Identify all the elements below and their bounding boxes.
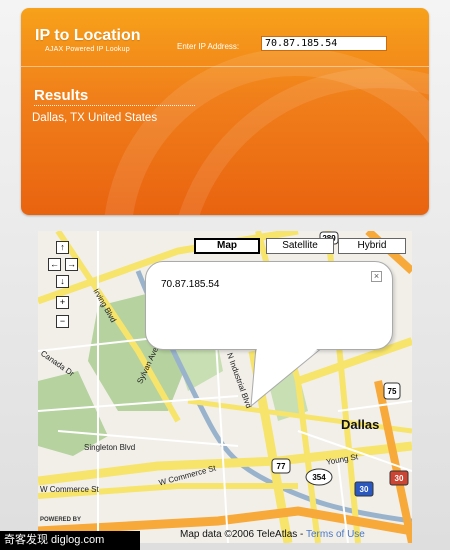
terms-of-use-link[interactable]: Terms of Use bbox=[306, 529, 365, 540]
ip-address-label: Enter IP Address: bbox=[177, 42, 240, 51]
info-window-tail-cover bbox=[253, 346, 321, 403]
copyright-text: Map data ©2006 TeleAtlas - bbox=[180, 529, 306, 540]
results-heading: Results bbox=[34, 87, 195, 106]
google-map[interactable]: 75 77 354 30 30 289 Irving Blvd Canada D… bbox=[38, 231, 412, 543]
lookup-panel: IP to Location AJAX Powered IP Lookup En… bbox=[21, 8, 429, 215]
ip-address-input[interactable] bbox=[261, 36, 387, 51]
result-location: Dallas, TX United States bbox=[32, 112, 158, 124]
app-subtitle: AJAX Powered IP Lookup bbox=[45, 46, 130, 53]
app-title: IP to Location bbox=[35, 27, 141, 44]
header-divider bbox=[21, 66, 429, 67]
map-copyright: Map data ©2006 TeleAtlas - Terms of Use bbox=[180, 529, 365, 540]
powered-by-label: POWERED BY bbox=[40, 517, 82, 523]
site-watermark: 奇客发现 diglog.com bbox=[0, 531, 140, 550]
